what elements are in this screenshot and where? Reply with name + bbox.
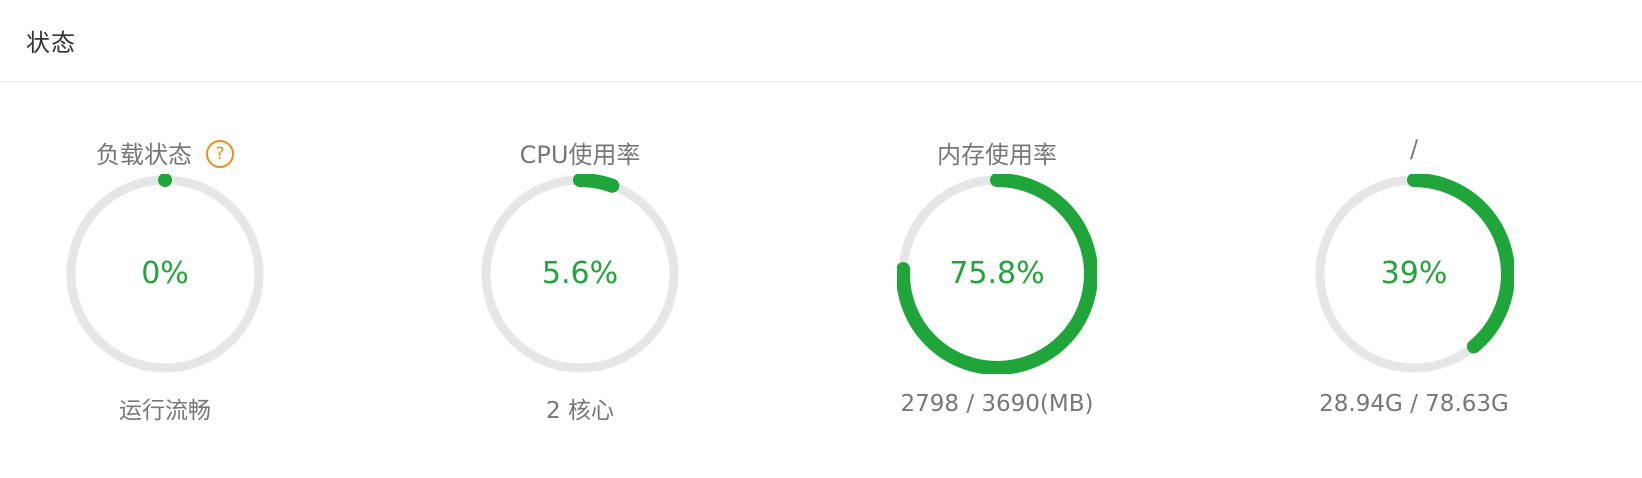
disk-usage-value: 39% — [1380, 256, 1448, 291]
disk-usage-gauge[interactable]: 39% — [1314, 174, 1514, 374]
load-status-detail: 运行流畅 — [119, 398, 211, 424]
load-status-card: 负载状态? 0% 运行流畅 — [15, 82, 315, 478]
disk-usage-card: / 39% 28.94G / 78.63G — [1264, 82, 1564, 478]
panel-header: 状态 — [0, 0, 1642, 82]
cpu-core-count: 2 核心 — [546, 398, 614, 424]
disk-usage-detail: 28.94G / 78.63G — [1319, 391, 1509, 417]
load-status-gauge[interactable]: 0% — [65, 174, 265, 374]
disk-mount-label: / — [1409, 135, 1419, 163]
cpu-usage-value: 5.6% — [541, 256, 619, 291]
status-panel: 状态 负载状态? 0% 运行流畅 CPU使用率 5.6% 2 核心 内存使用率 … — [0, 0, 1642, 478]
memory-usage-gauge[interactable]: 75.8% — [897, 174, 1097, 374]
memory-usage-card: 内存使用率 75.8% 2798 / 3690(MB) — [847, 82, 1147, 478]
memory-usage-value: 75.8% — [949, 256, 1045, 291]
memory-usage-detail: 2798 / 3690(MB) — [900, 391, 1094, 417]
question-circle-icon[interactable]: ? — [206, 140, 234, 168]
cpu-usage-card: CPU使用率 5.6% 2 核心 — [430, 82, 730, 478]
load-status-value: 0% — [141, 256, 189, 291]
cpu-usage-gauge[interactable]: 5.6% — [480, 174, 680, 374]
load-status-label: 负载状态? — [15, 135, 315, 170]
status-cards: 负载状态? 0% 运行流畅 CPU使用率 5.6% 2 核心 内存使用率 75.… — [0, 82, 1642, 478]
cpu-usage-label: CPU使用率 — [519, 141, 641, 169]
panel-title: 状态 — [26, 29, 76, 57]
memory-usage-label: 内存使用率 — [937, 141, 1057, 169]
